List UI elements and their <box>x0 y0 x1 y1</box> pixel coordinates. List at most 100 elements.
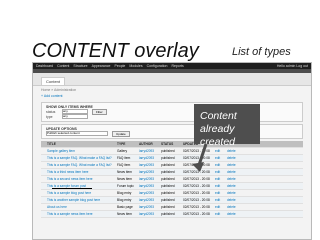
update-fieldset: UPDATE OPTIONS Publish selected content … <box>41 124 303 139</box>
cell-edit[interactable]: edit <box>215 205 227 209</box>
cell-type: News item <box>117 177 132 181</box>
update-button[interactable]: Update <box>112 130 130 137</box>
table-row: This is a sample FAQ. What make a FAQ li… <box>41 162 303 169</box>
admin-item-content[interactable]: Content <box>57 64 69 68</box>
cell-title[interactable]: This is a sample FAQ. What make a FAQ li… <box>47 156 117 160</box>
cell-author[interactable]: larryd2093 <box>139 156 161 160</box>
table-row: This is a second news item here News item… <box>41 176 303 183</box>
admin-item-configuration[interactable]: Configuration <box>147 64 168 68</box>
header-type[interactable]: TYPE <box>117 142 139 146</box>
admin-item-structure[interactable]: Structure <box>73 64 87 68</box>
cell-edit[interactable]: edit <box>215 184 227 188</box>
cell-edit[interactable]: edit <box>215 170 227 174</box>
cell-title[interactable]: Sample gallery item <box>47 149 117 153</box>
cell-edit[interactable]: edit <box>215 191 227 195</box>
cell-delete[interactable]: delete <box>227 198 239 202</box>
table-row: Sample gallery item Gallery larryd2093 publ… <box>41 148 303 155</box>
cell-type: FAQ item <box>117 163 131 167</box>
cell-updated: 02/07/2013 - 20:08 <box>183 170 210 174</box>
cell-type: News item <box>117 170 132 174</box>
cell-status: published <box>161 191 175 195</box>
header-author[interactable]: AUTHOR <box>139 142 161 146</box>
cell-status: published <box>161 184 175 188</box>
cell-title[interactable]: This is a sample news item here <box>47 212 117 216</box>
add-content-link[interactable]: + Add content <box>33 94 311 100</box>
cell-type: News item <box>117 212 132 216</box>
cell-delete[interactable]: delete <box>227 212 239 216</box>
cell-delete[interactable]: delete <box>227 163 239 167</box>
cell-status: published <box>161 156 175 160</box>
user-links[interactable]: Hello admin Log out <box>277 64 308 68</box>
admin-item-people[interactable]: People <box>114 64 125 68</box>
slide-subtitle: List of types <box>232 46 291 58</box>
cell-delete[interactable]: delete <box>227 177 239 181</box>
table-row: This is a sample news item here News item… <box>41 211 303 218</box>
cell-author[interactable]: larryd2093 <box>139 177 161 181</box>
cell-title[interactable]: This is another sample blog post here <box>47 198 117 202</box>
cell-status: published <box>161 198 175 202</box>
filter-fieldset: SHOW ONLY ITEMS WHERE status any Filter … <box>41 102 303 122</box>
cell-author[interactable]: larryd2093 <box>139 191 161 195</box>
admin-item-reports[interactable]: Reports <box>171 64 183 68</box>
cell-author[interactable]: larryd2093 <box>139 149 161 153</box>
cell-edit[interactable]: edit <box>215 149 227 153</box>
cell-author[interactable]: larryd2093 <box>139 170 161 174</box>
type-select[interactable]: any <box>62 114 88 119</box>
cell-delete[interactable]: delete <box>227 205 239 209</box>
cell-edit[interactable]: edit <box>215 198 227 202</box>
cell-delete[interactable]: delete <box>227 149 239 153</box>
callout-line-1: Content already <box>200 110 237 135</box>
cell-delete[interactable]: delete <box>227 156 239 160</box>
table-row: This is another sample blog post here Blo… <box>41 197 303 204</box>
cell-edit[interactable]: edit <box>215 177 227 181</box>
admin-item-dashboard[interactable]: Dashboard <box>36 64 53 68</box>
cell-updated: 02/07/2013 - 20:08 <box>183 191 210 195</box>
status-label: status <box>46 109 56 114</box>
content-tab-bar: Content <box>33 73 311 86</box>
cell-author[interactable]: larryd2093 <box>139 205 161 209</box>
screenshot-frame: Dashboard Content Structure Appearance P… <box>32 62 312 240</box>
cell-status: published <box>161 170 175 174</box>
table-row: This is a sample FAQ. What make a FAQ li… <box>41 155 303 162</box>
admin-item-modules[interactable]: Modules <box>129 64 142 68</box>
cell-updated: 02/07/2013 - 20:08 <box>183 163 210 167</box>
breadcrumb[interactable]: Home » Administration <box>33 86 311 94</box>
cell-author[interactable]: larryd2093 <box>139 212 161 216</box>
cell-author[interactable]: larryd2093 <box>139 198 161 202</box>
table-row: This is a sample blog post here Blog entr… <box>41 190 303 197</box>
cell-delete[interactable]: delete <box>227 191 239 195</box>
cell-status: published <box>161 212 175 216</box>
table-header: TITLE TYPE AUTHOR STATUS UPDATED OPERATI… <box>41 141 303 148</box>
highlight-underline <box>52 188 92 189</box>
cell-delete[interactable]: delete <box>227 170 239 174</box>
cell-edit[interactable]: edit <box>215 163 227 167</box>
cell-title[interactable]: This is a sample FAQ. What make a FAQ li… <box>47 163 117 167</box>
filter-button[interactable]: Filter <box>92 108 107 115</box>
cell-updated: 02/07/2013 - 20:08 <box>183 184 210 188</box>
cell-author[interactable]: larryd2093 <box>139 184 161 188</box>
cell-status: published <box>161 149 175 153</box>
cell-delete[interactable]: delete <box>227 184 239 188</box>
cell-type: Blog entry <box>117 198 132 202</box>
header-status[interactable]: STATUS <box>161 142 183 146</box>
update-action-select[interactable]: Publish selected content <box>46 131 108 136</box>
tab-content[interactable]: Content <box>41 77 66 85</box>
cell-title[interactable]: This is a third news item here <box>47 170 117 174</box>
cell-edit[interactable]: edit <box>215 212 227 216</box>
cell-edit[interactable]: edit <box>215 156 227 160</box>
cell-title[interactable]: This is a sample blog post here <box>47 191 117 195</box>
cell-author[interactable]: larryd2093 <box>139 163 161 167</box>
cell-title[interactable]: About us here <box>47 205 117 209</box>
callout-box: Content already created <box>194 104 260 148</box>
cell-updated: 02/07/2013 - 20:08 <box>183 205 210 209</box>
callout-line-2: created <box>200 136 236 148</box>
header-title[interactable]: TITLE <box>47 142 117 146</box>
slide-title: CONTENT overlay <box>32 40 199 62</box>
type-label: type <box>46 114 53 119</box>
cell-type: Blog entry <box>117 191 132 195</box>
cell-type: Forum topic <box>117 184 134 188</box>
cell-status: published <box>161 177 175 181</box>
cell-title[interactable]: This is a second news item here <box>47 177 117 181</box>
admin-item-appearance[interactable]: Appearance <box>92 64 111 68</box>
table-row: About us here Basic page larryd2093 publish… <box>41 204 303 211</box>
